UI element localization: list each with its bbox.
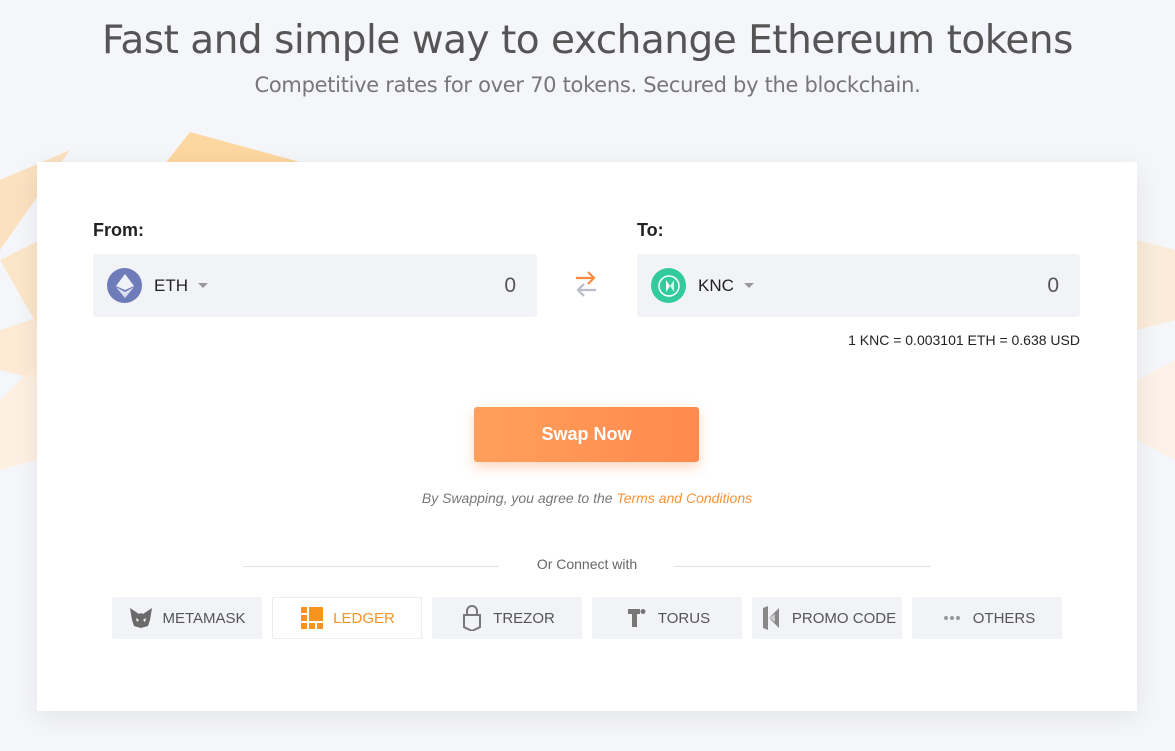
ledger-button[interactable]: LEDGER (272, 597, 422, 639)
wallet-label: TORUS (657, 609, 711, 627)
to-amount-input[interactable]: 0 (1047, 274, 1059, 298)
metamask-button[interactable]: METAMASK (112, 597, 262, 639)
swap-now-button[interactable]: Swap Now (474, 407, 699, 462)
from-amount-input[interactable]: 0 (504, 274, 516, 298)
page-subtitle: Competitive rates for over 70 tokens. Se… (254, 73, 921, 97)
torus-icon (624, 605, 650, 631)
to-token-field[interactable]: KNC 0 (637, 254, 1080, 317)
metamask-icon (128, 605, 154, 631)
kyber-icon (651, 268, 686, 303)
from-label: From: (93, 220, 144, 240)
wallet-label: OTHERS (972, 609, 1036, 627)
exchange-rate: 1 KNC = 0.003101 ETH = 0.638 USD (848, 332, 1080, 348)
wallet-label: TREZOR (493, 609, 555, 627)
to-label: To: (637, 220, 664, 240)
torus-button[interactable]: TORUS (592, 597, 742, 639)
trezor-icon (459, 605, 485, 631)
terms-prefix: By Swapping, you agree to the (421, 490, 617, 506)
promo-code-icon (758, 605, 784, 631)
terms-notice: By Swapping, you agree to the Terms and … (37, 490, 1137, 506)
wallet-label: LEDGER (333, 609, 395, 627)
connect-label: Or Connect with (536, 556, 638, 572)
chevron-down-icon[interactable] (743, 283, 754, 288)
ledger-icon (299, 605, 325, 631)
swap-direction-icon[interactable] (573, 269, 599, 299)
page-title: Fast and simple way to exchange Ethereum… (102, 18, 1073, 63)
terms-link[interactable]: Terms and Conditions (616, 490, 752, 506)
promo-code-button[interactable]: PROMO CODE (752, 597, 902, 639)
divider-right (674, 566, 931, 567)
ethereum-icon (107, 268, 142, 303)
wallet-label: METAMASK (162, 609, 246, 627)
swap-card: From: To: ETH 0 KNC 0 1 KNC = 0.003101 E… (37, 162, 1137, 711)
from-token-field[interactable]: ETH 0 (93, 254, 537, 317)
others-button[interactable]: OTHERS (912, 597, 1062, 639)
wallet-label: PROMO CODE (791, 609, 897, 627)
trezor-button[interactable]: TREZOR (432, 597, 582, 639)
to-token-symbol[interactable]: KNC (698, 276, 734, 296)
more-icon (939, 605, 965, 631)
chevron-down-icon[interactable] (198, 283, 208, 288)
from-token-symbol[interactable]: ETH (154, 276, 188, 296)
